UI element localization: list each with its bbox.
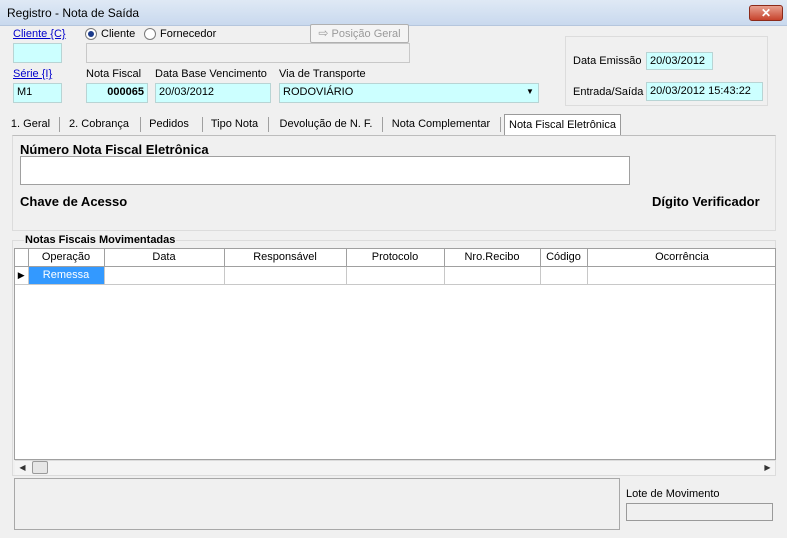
tab-separator xyxy=(382,117,383,132)
digito-verificador-label: Dígito Verificador xyxy=(652,194,760,209)
scroll-thumb[interactable] xyxy=(32,461,48,474)
tab-pedidos[interactable]: Pedidos xyxy=(145,114,193,135)
tab-separator xyxy=(500,117,501,132)
column-header[interactable]: Nro.Recibo xyxy=(444,249,541,267)
via-transporte-select[interactable]: RODOVIÁRIO xyxy=(279,83,539,103)
status-panel xyxy=(14,478,620,530)
lote-movimento-field xyxy=(626,503,773,521)
table-cell[interactable] xyxy=(224,266,347,285)
table-cell[interactable] xyxy=(587,266,775,285)
entrada-saida-field[interactable]: 20/03/2012 15:43:22 xyxy=(646,82,763,101)
table-cell[interactable] xyxy=(540,266,588,285)
data-base-label: Data Base Vencimento xyxy=(155,68,267,80)
table-cell[interactable] xyxy=(444,266,541,285)
tab-separator xyxy=(140,117,141,132)
data-emissao-label: Data Emissão xyxy=(573,55,642,67)
grid-header-row: Operação Data Responsável Protocolo Nro.… xyxy=(15,249,775,267)
scroll-left-icon[interactable]: ◀ xyxy=(15,460,30,475)
chevron-down-icon[interactable]: ▼ xyxy=(524,87,536,96)
posicao-geral-button[interactable]: ⇨ Posição Geral xyxy=(310,24,409,43)
column-header[interactable]: Ocorrência xyxy=(587,249,775,267)
table-cell[interactable]: Remessa xyxy=(28,266,105,285)
serie-field[interactable]: M1 xyxy=(13,83,62,103)
radio-fornecedor[interactable] xyxy=(144,28,156,40)
tab-geral[interactable]: 1. Geral xyxy=(8,114,53,135)
window-title: Registro - Nota de Saída xyxy=(7,6,140,20)
scroll-right-icon[interactable]: ▶ xyxy=(760,460,775,475)
column-header[interactable]: Responsável xyxy=(224,249,347,267)
tab-devolucao[interactable]: Devolução de N. F. xyxy=(274,114,378,135)
via-transporte-label: Via de Transporte xyxy=(279,68,366,80)
grid-table: Operação Data Responsável Protocolo Nro.… xyxy=(15,249,775,285)
tab-nota-complementar[interactable]: Nota Complementar xyxy=(388,114,494,135)
row-pointer-icon: ▶ xyxy=(15,266,29,285)
entrada-saida-label: Entrada/Saída xyxy=(573,86,644,98)
nota-fiscal-label: Nota Fiscal xyxy=(86,68,142,80)
grid-title: Notas Fiscais Movimentadas xyxy=(24,234,177,246)
nota-fiscal-field[interactable]: 000065 xyxy=(86,83,148,103)
table-cell[interactable] xyxy=(104,266,225,285)
column-header[interactable]: Data xyxy=(104,249,225,267)
cliente-link[interactable]: Cliente {C} xyxy=(13,28,66,40)
tab-nota-fiscal-eletronica[interactable]: Nota Fiscal Eletrônica xyxy=(504,114,621,136)
table-cell[interactable] xyxy=(346,266,445,285)
tab-separator xyxy=(59,117,60,132)
arrow-right-icon: ⇨ xyxy=(318,26,329,40)
numero-nfe-label: Número Nota Fiscal Eletrônica xyxy=(20,142,209,157)
horizontal-scrollbar[interactable] xyxy=(15,460,775,475)
chave-acesso-label: Chave de Acesso xyxy=(20,194,128,209)
tab-separator xyxy=(268,117,269,132)
tab-separator xyxy=(202,117,203,132)
close-button[interactable]: ✕ xyxy=(749,5,783,21)
row-indicator-header xyxy=(15,249,29,267)
serie-link[interactable]: Série {I} xyxy=(13,68,52,80)
tab-cobranca[interactable]: 2. Cobrança xyxy=(64,114,134,135)
radio-cliente[interactable] xyxy=(85,28,97,40)
table-row[interactable]: ▶ Remessa xyxy=(15,266,775,285)
column-header[interactable]: Protocolo xyxy=(346,249,445,267)
movements-grid[interactable]: Operação Data Responsável Protocolo Nro.… xyxy=(14,248,776,460)
column-header[interactable]: Operação xyxy=(28,249,105,267)
data-base-field[interactable]: 20/03/2012 xyxy=(155,83,271,103)
cliente-code-input[interactable] xyxy=(13,43,62,63)
radio-fornecedor-label: Fornecedor xyxy=(160,28,217,40)
numero-nfe-input[interactable] xyxy=(20,156,630,185)
tab-tipo-nota[interactable]: Tipo Nota xyxy=(207,114,262,135)
radio-cliente-label: Cliente xyxy=(101,28,136,40)
cliente-name-field xyxy=(86,43,410,63)
lote-movimento-label: Lote de Movimento xyxy=(626,488,720,500)
via-transporte-value: RODOVIÁRIO xyxy=(283,86,354,98)
data-emissao-field[interactable]: 20/03/2012 xyxy=(646,52,713,70)
posicao-geral-label: Posição Geral xyxy=(331,28,401,40)
column-header[interactable]: Código xyxy=(540,249,588,267)
